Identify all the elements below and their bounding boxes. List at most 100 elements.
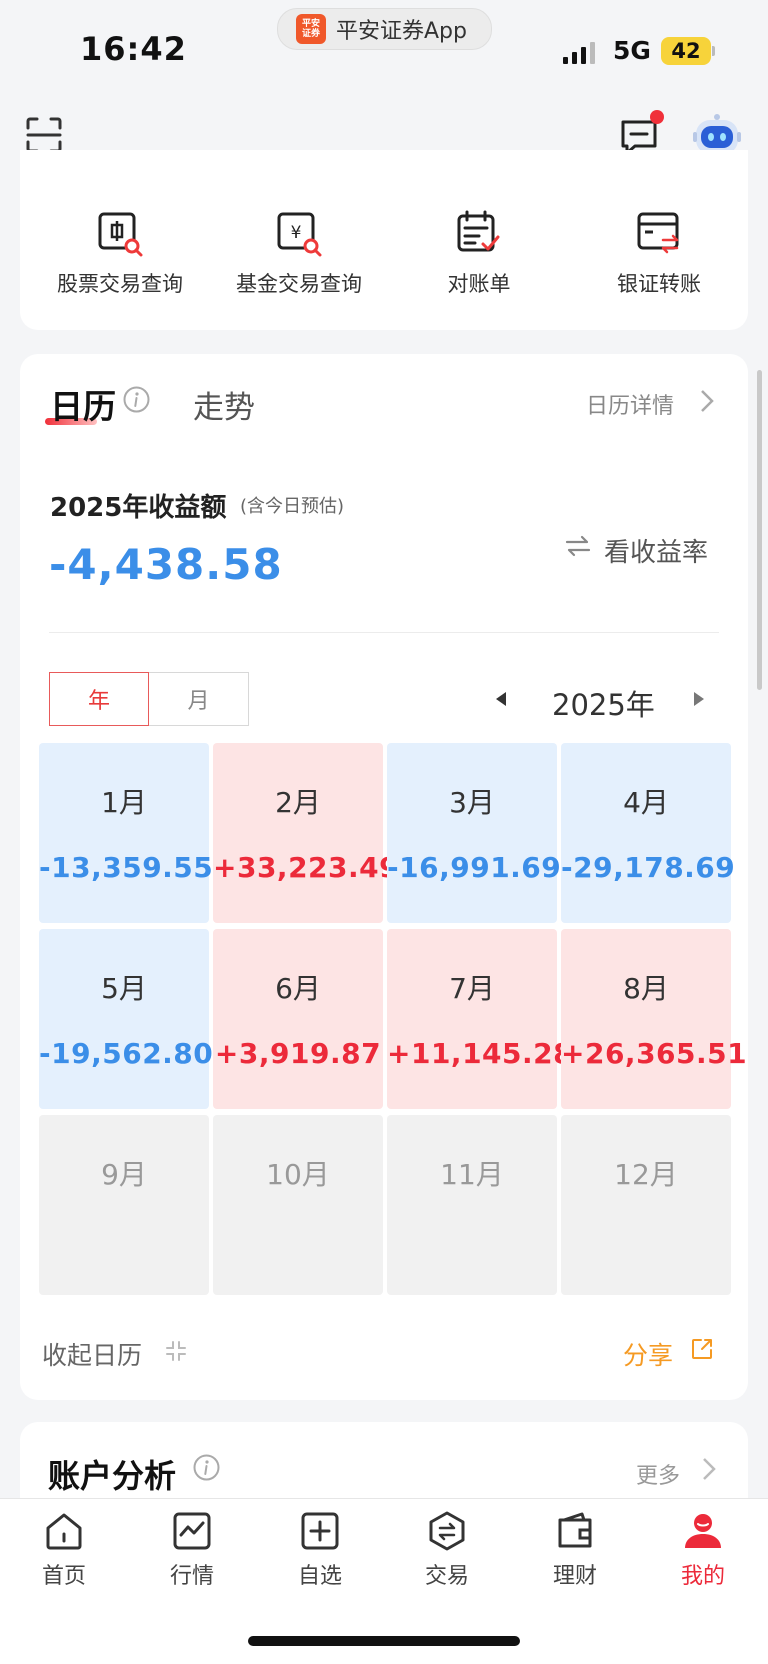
nav-trade[interactable]: 交易 [397, 1510, 497, 1590]
wallet-icon [558, 1512, 592, 1548]
period-segmented-control: 年 月 [49, 672, 249, 726]
month-profit-value: +11,145.28 [387, 1037, 574, 1070]
segment-year[interactable]: 年 [49, 672, 149, 726]
month-label: 11月 [440, 1158, 504, 1191]
nav-label: 理财 [552, 1564, 597, 1589]
month-label: 7月 [449, 972, 495, 1005]
month-label: 6月 [275, 972, 321, 1005]
statement-icon [457, 210, 500, 252]
nav-label: 行情 [169, 1564, 214, 1589]
trade-icon [429, 1511, 465, 1551]
chevron-right-icon [701, 390, 714, 412]
divider [49, 632, 719, 633]
month-cell: 11月 [387, 1115, 557, 1295]
month-grid: 1月 -13,359.55 2月 +33,223.49 3月 -16,991.69 4月 -2… [39, 743, 748, 1295]
share-icon [692, 1339, 712, 1359]
swap-icon[interactable] [565, 535, 591, 557]
nav-label: 我的 [680, 1564, 725, 1589]
info-icon[interactable] [193, 1454, 220, 1481]
tool-label: 对账单 [447, 272, 511, 296]
month-cell: 9月 [39, 1115, 209, 1295]
view-return-rate-button[interactable]: 看收益率 [604, 532, 708, 569]
bank-transfer-icon [637, 212, 679, 254]
month-label: 10月 [266, 1158, 330, 1191]
month-label: 3月 [449, 786, 495, 819]
month-cell[interactable]: 2月 +33,223.49 [213, 743, 400, 923]
chevron-right-icon [703, 1458, 716, 1480]
month-label: 1月 [101, 786, 147, 819]
nav-finance[interactable]: 理财 [525, 1510, 625, 1590]
next-year-arrow-icon[interactable] [694, 692, 704, 706]
month-cell: 10月 [213, 1115, 383, 1295]
month-label: 8月 [623, 972, 669, 1005]
segment-month[interactable]: 月 [149, 672, 249, 726]
nav-profile[interactable]: 我的 [653, 1510, 753, 1590]
collapse-calendar-button[interactable]: 收起日历 [42, 1336, 142, 1372]
nav-label: 交易 [424, 1564, 469, 1589]
account-analysis-title: 账户分析 [48, 1457, 177, 1495]
tab-calendar[interactable]: 日历 [50, 380, 116, 428]
month-profit-value: -19,562.80 [39, 1037, 214, 1070]
calendar-detail-link[interactable]: 日历详情 [586, 388, 674, 420]
tab-trend[interactable]: 走势 [193, 382, 255, 427]
info-icon[interactable] [123, 386, 150, 413]
month-label: 4月 [623, 786, 669, 819]
prev-year-arrow-icon[interactable] [496, 692, 506, 706]
network-type: 5G [613, 36, 651, 65]
month-cell[interactable]: 1月 -13,359.55 [39, 743, 214, 923]
tool-label: 股票交易查询 [57, 272, 183, 296]
signal-icon [563, 40, 595, 64]
month-cell: 12月 [561, 1115, 731, 1295]
scrollbar[interactable] [757, 370, 762, 690]
profit-value: -4,438.58 [49, 540, 283, 589]
month-profit-value: -13,359.55 [39, 851, 214, 884]
tool-bank-transfer[interactable]: 银证转账 [574, 210, 744, 298]
month-profit-value: -16,991.69 [387, 851, 562, 884]
fund-search-icon: ¥ [277, 212, 322, 257]
nav-watchlist[interactable]: 自选 [270, 1510, 370, 1590]
profit-title: 2025年收益额 [50, 493, 227, 523]
nav-market[interactable]: 行情 [142, 1510, 242, 1590]
nav-label: 首页 [41, 1564, 86, 1589]
battery-icon: 42 [661, 37, 711, 65]
battery-tip [712, 46, 715, 56]
svg-text:¥: ¥ [291, 223, 302, 243]
month-cell[interactable]: 5月 -19,562.80 [39, 929, 214, 1109]
app-return-pill[interactable]: 平安 证券 平安证券App [277, 8, 492, 50]
month-label: 12月 [614, 1158, 678, 1191]
collapse-icon [166, 1341, 186, 1361]
nav-label: 自选 [297, 1564, 342, 1589]
home-icon [46, 1513, 82, 1550]
app-pill-label: 平安证券App [336, 19, 467, 44]
month-profit-value: -29,178.69 [561, 851, 736, 884]
month-cell[interactable]: 7月 +11,145.28 [387, 929, 574, 1109]
tool-label: 基金交易查询 [236, 272, 362, 296]
month-cell[interactable]: 4月 -29,178.69 [561, 743, 736, 923]
month-profit-value: +26,365.51 [561, 1037, 748, 1070]
year-label: 2025年 [552, 688, 655, 722]
home-indicator[interactable] [248, 1636, 520, 1646]
month-cell[interactable]: 3月 -16,991.69 [387, 743, 562, 923]
nav-home[interactable]: 首页 [14, 1510, 114, 1590]
month-profit-value: +3,919.87 [214, 1037, 382, 1070]
month-label: 9月 [101, 1158, 147, 1191]
stock-search-icon [98, 212, 143, 257]
market-chart-icon [173, 1512, 211, 1550]
tool-label: 银证转账 [617, 272, 701, 296]
month-cell[interactable]: 8月 +26,365.51 [561, 929, 748, 1109]
month-label: 5月 [101, 972, 147, 1005]
share-button[interactable]: 分享 [623, 1336, 673, 1372]
app-logo-icon: 平安 证券 [296, 14, 326, 44]
month-label: 2月 [275, 786, 321, 819]
month-cell[interactable]: 6月 +3,919.87 [213, 929, 383, 1109]
profile-icon [685, 1514, 721, 1548]
tool-fund-query[interactable]: ¥ 基金交易查询 [214, 210, 384, 298]
month-profit-value: +33,223.49 [213, 851, 400, 884]
status-time: 16:42 [80, 30, 187, 68]
add-watchlist-icon [301, 1512, 339, 1550]
tool-statement[interactable]: 对账单 [394, 210, 564, 298]
scan-icon[interactable] [26, 117, 62, 153]
tool-stock-query[interactable]: 股票交易查询 [35, 210, 205, 298]
account-more-link[interactable]: 更多 [636, 1458, 680, 1490]
message-badge-dot [650, 110, 664, 124]
